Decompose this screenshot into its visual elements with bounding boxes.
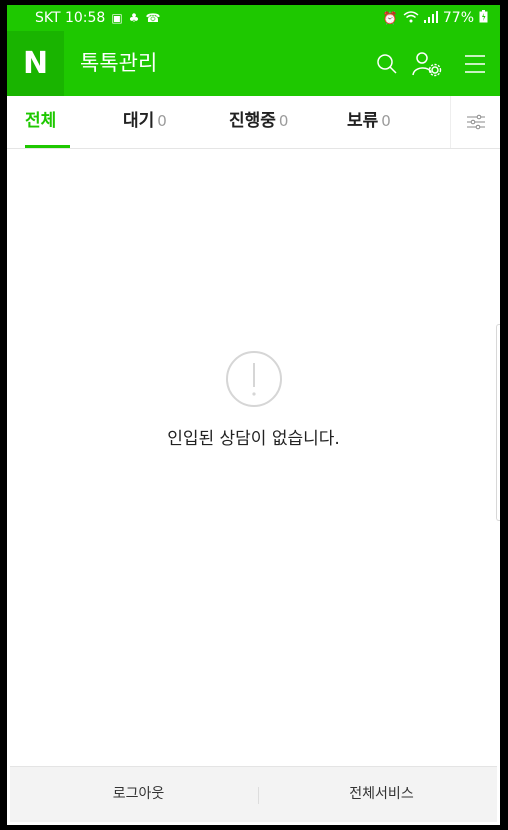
exclamation-circle-icon [225,351,282,407]
footer-divider [258,787,259,804]
status-left: SKT 10:58 ▣ ♣ ☎ [35,10,160,26]
app-screen: SKT 10:58 ▣ ♣ ☎ ⏰ 77% N 톡톡관리 전체 대기 0 진행중… [7,5,500,825]
alarm-icon: ⏰ [382,11,398,25]
logout-link[interactable]: 로그아웃 [17,767,260,822]
tab-all[interactable]: 전체 [25,96,56,148]
wifi-icon [403,10,419,26]
tab-in-progress[interactable]: 진행중 0 [229,96,288,148]
filter-button[interactable] [450,96,500,148]
battery-percent: 77% [442,10,474,26]
tab-label: 대기 [123,111,155,131]
image-notification-icon: ▣ [111,11,123,25]
footer: 로그아웃 전체서비스 [10,766,497,822]
tab-count: 0 [157,112,167,130]
tab-count: 0 [278,112,289,130]
app-bar: N 톡톡관리 [7,31,500,96]
page-title: 톡톡관리 [80,51,158,75]
scroll-indicator[interactable] [496,324,500,521]
status-bar: SKT 10:58 ▣ ♣ ☎ ⏰ 77% [7,5,500,31]
empty-state: 인입된 상담이 없습니다. [7,349,500,449]
tab-waiting[interactable]: 대기 0 [123,96,167,148]
app-notification-icon: ♣ [128,11,140,25]
naver-logo[interactable]: N [7,31,64,96]
user-settings-icon [412,52,442,77]
tab-label: 진행중 [229,111,276,131]
all-services-link[interactable]: 전체서비스 [260,767,500,822]
conversation-list: 인입된 상담이 없습니다. [7,149,500,766]
tab-bar: 전체 대기 0 진행중 0 보류 0 [7,96,500,149]
menu-button[interactable] [460,49,490,79]
search-icon [377,54,397,74]
carrier-time: SKT 10:58 [35,10,106,26]
signal-icon [423,10,438,26]
phone-notification-icon: ☎ [145,11,161,25]
battery-icon [479,10,488,26]
status-right: ⏰ 77% [383,10,488,26]
tab-label: 보류 [347,111,379,131]
account-settings-button[interactable] [412,49,442,79]
tab-count: 0 [381,112,391,130]
active-tab-indicator [25,145,70,148]
tab-on-hold[interactable]: 보류 0 [347,96,391,148]
search-button[interactable] [372,49,402,79]
empty-message: 인입된 상담이 없습니다. [167,429,340,449]
logo-letter: N [22,46,49,81]
filter-sliders-icon [467,114,485,130]
hamburger-menu-icon [465,55,485,73]
tab-label: 전체 [25,111,57,131]
